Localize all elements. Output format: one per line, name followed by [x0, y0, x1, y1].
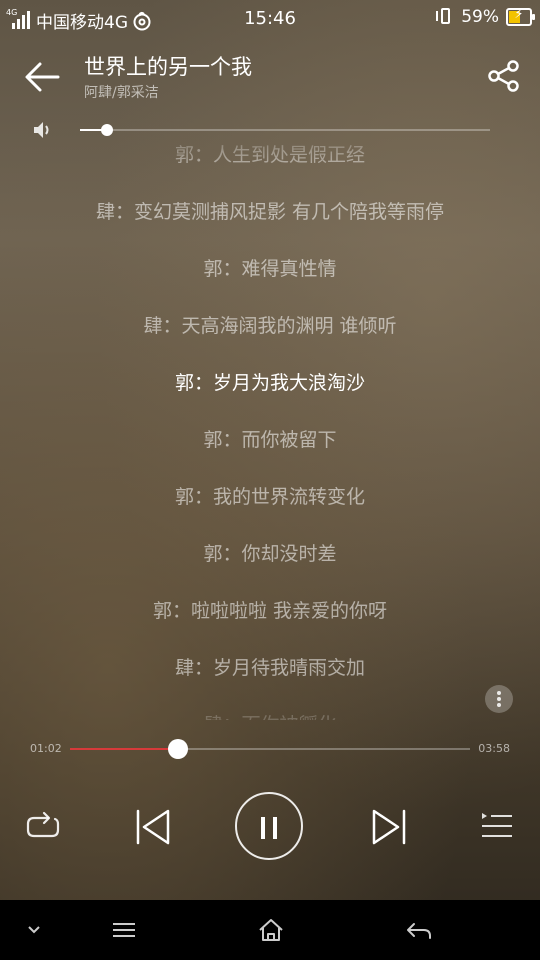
- player-header: 世界上的另一个我 阿肆/郭采洁: [0, 40, 540, 110]
- lyric-line: 郭：人生到处是假正经: [174, 144, 365, 166]
- more-options-button[interactable]: [485, 685, 513, 713]
- lyric-line: 肆：天高海阔我的渊明 谁倾听: [143, 315, 397, 337]
- pause-icon: [261, 817, 265, 839]
- progress-fill: [70, 748, 178, 750]
- back-icon[interactable]: [404, 916, 434, 944]
- battery-percent: 59%: [461, 7, 499, 27]
- song-artist[interactable]: 阿肆/郭采洁: [84, 82, 159, 102]
- lyrics-panel[interactable]: 郭：人生到处是假正经肆：变幻莫测捕风捉影 有几个陪我等雨停 郭：难得真性情肆：天高…: [0, 138, 540, 720]
- repeat-icon[interactable]: [24, 810, 62, 844]
- lyric-line: 郭：而你被留下: [203, 429, 337, 451]
- lyric-line: 郭：啦啦啦啦 我亲爱的你呀: [152, 600, 388, 622]
- total-time: 03:58: [478, 742, 510, 755]
- current-time: 01:02: [30, 742, 62, 755]
- battery-charging-icon: ⚡: [506, 7, 535, 26]
- lyric-line: 肆：而你被孵化: [0, 710, 540, 720]
- playback-controls: [0, 790, 540, 862]
- pause-button[interactable]: [235, 792, 303, 860]
- lyric-line: 郭：你却没时差: [203, 543, 337, 565]
- speaker-icon[interactable]: [32, 120, 54, 140]
- back-arrow-icon[interactable]: [22, 58, 62, 96]
- status-bar: 4G 中国移动4G 15:46 59% ⚡: [0, 0, 540, 38]
- status-right: 59% ⚡: [436, 7, 535, 27]
- lyric-line: 郭：难得真性情: [203, 258, 337, 280]
- lyric-line: 肆：变幻莫测捕风捉影 有几个陪我等雨停: [95, 201, 445, 223]
- volume-slider[interactable]: [80, 124, 490, 136]
- next-track-icon[interactable]: [368, 808, 408, 846]
- vibrate-icon: [436, 7, 454, 27]
- playback-progress: 01:02 03:58: [0, 737, 540, 763]
- song-title: 世界上的另一个我: [84, 55, 252, 79]
- volume-thumb[interactable]: [100, 124, 113, 136]
- lyric-line-current: 郭：岁月为我大浪淘沙: [174, 372, 365, 394]
- lyric-line: 肆：岁月待我晴雨交加: [174, 657, 365, 679]
- system-navigation-bar: [0, 900, 540, 960]
- playlist-icon[interactable]: [480, 810, 514, 842]
- previous-track-icon[interactable]: [134, 808, 174, 846]
- menu-icon[interactable]: [110, 916, 138, 944]
- home-icon[interactable]: [256, 916, 286, 944]
- share-icon[interactable]: [486, 58, 522, 94]
- progress-slider[interactable]: [70, 739, 470, 759]
- lyric-line: 郭：我的世界流转变化: [174, 486, 365, 508]
- progress-thumb[interactable]: [168, 739, 188, 759]
- chevron-down-icon[interactable]: [24, 916, 44, 944]
